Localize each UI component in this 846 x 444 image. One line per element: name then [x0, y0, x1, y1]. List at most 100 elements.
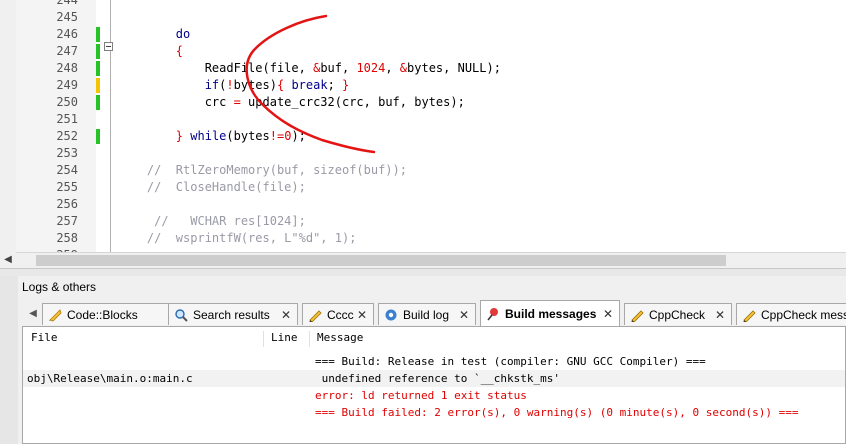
logs-panel: Logs & others ◀ Code::Blocks✕Search resu… [18, 276, 846, 444]
code-line[interactable]: 244 WCHAR buf[1024] = {0}; [0, 0, 846, 9]
code-line[interactable]: 258 // wsprintfW(res, L"%d", 1); [0, 230, 846, 247]
line-number: 258 [56, 231, 78, 245]
code-line[interactable]: 254 // RtlZeroMemory(buf, sizeof(buf)); [0, 162, 846, 179]
code-editor[interactable]: 244 WCHAR buf[1024] = {0};245246 do247 {… [0, 0, 846, 252]
change-marker-green [96, 95, 100, 110]
tab-scroll-left-icon[interactable]: ◀ [26, 306, 40, 322]
code-line[interactable]: 246 do [0, 26, 846, 43]
tab-label: CppCheck messages [761, 307, 846, 322]
scrollbar-thumb[interactable] [36, 255, 726, 266]
line-number: 255 [56, 180, 78, 194]
scroll-left-arrow-icon[interactable]: ◀ [0, 252, 16, 268]
change-marker-green [96, 129, 100, 144]
message-text: === Build: Release in test (compiler: GN… [315, 355, 706, 368]
scroll-left-arrow-icon[interactable] [16, 253, 33, 269]
code-token: } [175, 129, 184, 143]
tab-label: Code::Blocks [67, 307, 138, 322]
tab-label: Search results [193, 307, 270, 322]
code-text: ReadFile(file, &buf, 1024, &bytes, NULL)… [118, 60, 501, 77]
code-line[interactable]: 250 crc = update_crc32(crc, buf, bytes); [0, 94, 846, 111]
panel-left-edge [0, 276, 19, 444]
close-icon[interactable]: ✕ [280, 307, 292, 323]
code-text: WCHAR buf[1024] = {0}; [118, 0, 335, 9]
code-token: ; [327, 78, 343, 92]
table-row[interactable]: error: ld returned 1 exit status [23, 387, 845, 404]
tab-code-blocks[interactable]: Code::Blocks✕ [42, 303, 188, 325]
code-token: = [233, 95, 241, 109]
tab-build-messages[interactable]: Build messages ✕ [480, 300, 620, 326]
code-token: != [269, 129, 285, 143]
line-number: 249 [56, 78, 78, 92]
close-icon[interactable]: ✕ [602, 306, 614, 322]
fold-toggle-icon[interactable] [104, 42, 113, 51]
gear-icon [383, 307, 399, 323]
code-text: } while(bytes!=0); [118, 128, 306, 145]
tab-search-results[interactable]: Search results ✕ [168, 303, 298, 325]
code-token: } [342, 78, 350, 92]
search-icon [173, 307, 189, 323]
line-number: 245 [56, 10, 78, 24]
code-line[interactable]: 247 { [0, 43, 846, 60]
code-line[interactable]: 245 [0, 9, 846, 26]
line-number: 254 [56, 163, 78, 177]
code-line[interactable]: 253 [0, 145, 846, 162]
tab-cccc[interactable]: Cccc ✕ [302, 303, 374, 325]
message-file: obj\Release\main.o:main.c [27, 372, 193, 385]
tab-label: Build log [403, 307, 450, 322]
code-line[interactable]: 255 // CloseHandle(file); [0, 179, 846, 196]
code-text: crc = update_crc32(crc, buf, bytes); [118, 94, 465, 111]
close-icon[interactable]: ✕ [714, 307, 726, 323]
code-text: // WCHAR res[1024]; [118, 213, 306, 230]
code-token: ReadFile(file, [118, 61, 314, 75]
column-header-message[interactable]: Message [317, 331, 363, 344]
code-line[interactable]: 257 // WCHAR res[1024]; [0, 213, 846, 230]
code-line[interactable]: 252 } while(bytes!=0); [0, 128, 846, 145]
line-number: 252 [56, 129, 78, 143]
code-token: (bytes [226, 129, 270, 143]
code-token: { [175, 44, 184, 58]
message-text: === Build failed: 2 error(s), 0 warning(… [315, 406, 799, 419]
code-token: , [385, 61, 400, 75]
message-text: undefined reference to `__chkstk_ms' [315, 372, 561, 385]
code-text: if(!bytes){ break; } [118, 77, 350, 94]
pencil-icon [741, 307, 757, 323]
line-number: 248 [56, 61, 78, 75]
pencil-icon [629, 307, 645, 323]
tab-cppcheck-messages[interactable]: CppCheck messages [736, 303, 846, 325]
close-icon[interactable]: ✕ [458, 307, 470, 323]
line-number: 257 [56, 214, 78, 228]
line-number: 251 [56, 112, 78, 126]
table-row[interactable]: obj\Release\main.o:main.c undefined refe… [23, 370, 845, 387]
log-tabs: ◀ Code::Blocks✕Search results✕Cccc✕Build… [22, 300, 846, 326]
tab-label: Build messages [505, 306, 597, 321]
code-text: // CloseHandle(file); [118, 179, 306, 196]
code-line[interactable]: 249 if(!bytes){ break; } [0, 77, 846, 94]
column-header-file[interactable]: File [31, 331, 58, 344]
code-token: bytes) [233, 78, 277, 92]
horizontal-scrollbar[interactable] [16, 252, 846, 269]
tab-build-log[interactable]: Build log ✕ [378, 303, 476, 325]
tab-cppcheck[interactable]: CppCheck ✕ [624, 303, 732, 325]
column-separator [263, 331, 264, 347]
code-token: & [399, 61, 408, 75]
codeblocks-icon [47, 307, 63, 323]
code-token: ! [226, 78, 234, 92]
code-token: // wsprintfW(res, L"%d", 1); [118, 231, 357, 245]
code-line[interactable]: 248 ReadFile(file, &buf, 1024, &bytes, N… [0, 60, 846, 77]
code-line[interactable]: 251 [0, 111, 846, 128]
column-header-line[interactable]: Line [271, 331, 298, 344]
columns-header: File Line Message [23, 327, 845, 351]
code-line[interactable]: 256 [0, 196, 846, 213]
code-token: // RtlZeroMemory(buf, sizeof(buf)); [118, 163, 407, 177]
line-number: 244 [56, 0, 78, 7]
table-row[interactable]: === Build: Release in test (compiler: GN… [23, 353, 845, 370]
line-number: 246 [56, 27, 78, 41]
close-icon[interactable]: ✕ [356, 307, 368, 323]
table-row[interactable]: === Build failed: 2 error(s), 0 warning(… [23, 404, 845, 421]
code-token: bytes, NULL); [407, 61, 501, 75]
pencil-icon [307, 307, 323, 323]
code-token: 1024 [356, 61, 386, 75]
build-messages-list[interactable]: File Line Message === Build: Release in … [22, 326, 846, 444]
